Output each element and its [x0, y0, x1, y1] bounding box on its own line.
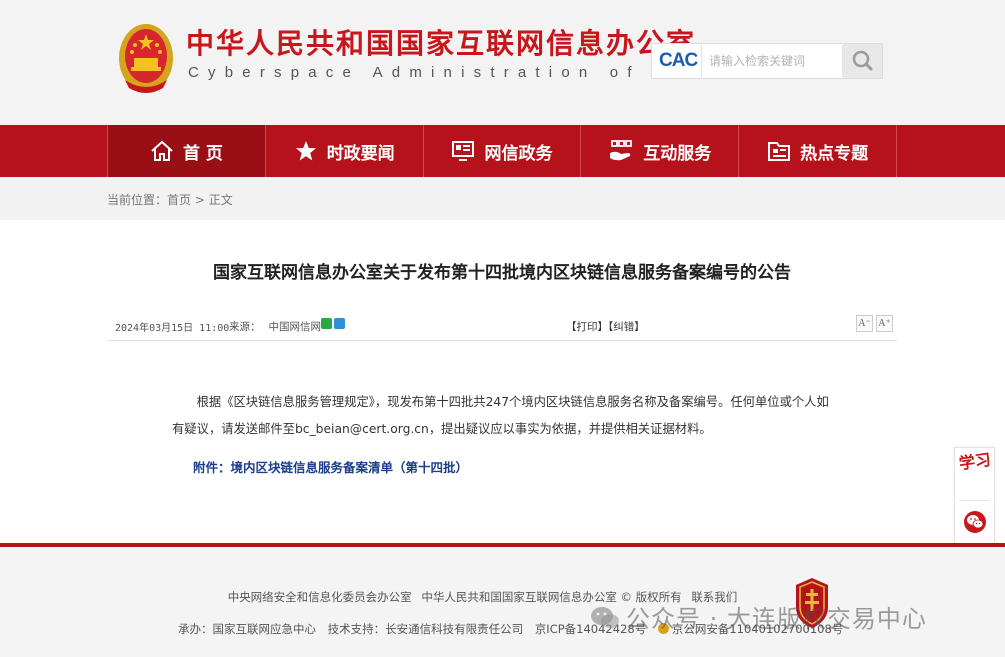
font-size-controls: A⁻ A⁺	[856, 315, 893, 332]
star-icon	[295, 141, 316, 161]
nav-item-news[interactable]: 时政要闻	[266, 125, 424, 177]
article-source: 来源： 中国网信网	[229, 319, 321, 334]
share-buttons	[321, 318, 345, 329]
site-footer: 中央网络安全和信息化委员会办公室 中华人民共和国国家互联网信息办公室 © 版权所…	[0, 547, 1005, 657]
nav-item-affairs[interactable]: 网信政务	[424, 125, 582, 177]
nav-label: 首 页	[182, 143, 223, 164]
nav-item-interactive[interactable]: 互动服务	[581, 125, 740, 177]
nav-label: 时政要闻	[326, 143, 395, 164]
publish-date: 2024年03月15日 11:00	[115, 323, 230, 334]
breadcrumb-current: 正文	[208, 193, 233, 207]
article-title: 国家互联网信息办公室关于发布第十四批境内区块链信息服务备案编号的公告	[213, 263, 791, 283]
font-larger-button[interactable]: A⁺	[876, 315, 893, 332]
wechat-share-icon[interactable]	[321, 318, 332, 329]
wechat-icon[interactable]	[963, 510, 987, 534]
print-link[interactable]: 【打印】	[566, 321, 608, 333]
wechat-watermark-icon	[591, 607, 619, 628]
watermark-text: 公众号 · 大连版权交易中心	[626, 605, 927, 633]
national-emblem-icon[interactable]	[117, 20, 175, 96]
qzone-share-icon[interactable]	[334, 318, 345, 329]
side-float-panel: 学习	[954, 447, 995, 551]
article-body: 根据《区块链信息服务管理规定》，现发布第十四批共247个境内区块链信息服务名称及…	[172, 395, 829, 436]
home-icon	[151, 140, 173, 161]
article-meta: 2024年03月15日 11:00 来源： 中国网信网 【打印】【纠错】 A⁻ A…	[107, 313, 897, 341]
attachment-link[interactable]: 附件：境内区块链信息服务备案清单（第十四批）	[193, 460, 468, 475]
nav-label: 互动服务	[643, 143, 712, 164]
breadcrumb-home-link[interactable]: 首页	[167, 193, 191, 207]
folder-icon	[768, 142, 791, 161]
monitor-icon	[452, 141, 475, 161]
xuexi-link[interactable]: 学习	[957, 450, 993, 473]
nav-label: 热点专题	[800, 143, 869, 164]
search-input[interactable]	[701, 45, 843, 77]
search-button[interactable]	[843, 44, 882, 78]
hand-icon	[610, 140, 633, 161]
article-actions: 【打印】【纠错】	[566, 319, 645, 334]
site-title[interactable]: 中华人民共和国国家互联网信息办公室	[186, 22, 696, 62]
search-box: CAC	[651, 43, 883, 79]
correct-link[interactable]: 【纠错】	[608, 321, 645, 333]
footer-tech-support: 技术支持：长安通信科技有限责任公司	[327, 622, 524, 636]
cac-logo: CAC	[659, 50, 698, 71]
font-smaller-button[interactable]: A⁻	[856, 315, 873, 332]
breadcrumb-separator: >	[191, 193, 209, 207]
search-icon	[852, 50, 872, 71]
nav-item-topics[interactable]: 热点专题	[739, 125, 897, 177]
source-label: 来源：	[229, 321, 261, 333]
attachment: 附件：境内区块链信息服务备案清单（第十四批）	[193, 457, 468, 476]
site-header: 中华人民共和国国家互联网信息办公室 Cyberspace Administrat…	[0, 0, 1005, 125]
breadcrumb: 当前位置：首页 > 正文	[107, 191, 233, 208]
nav-item-home[interactable]: 首 页	[108, 125, 266, 177]
breadcrumb-bar: 当前位置：首页 > 正文	[0, 177, 1005, 220]
footer-org-1[interactable]: 中央网络安全和信息化委员会办公室	[228, 590, 412, 604]
side-divider	[959, 500, 990, 501]
nav-label: 网信政务	[484, 143, 553, 164]
breadcrumb-prefix: 当前位置：	[107, 193, 168, 207]
main-nav: 首 页 时政要闻 网信政务 互动服务 热点专题	[0, 125, 1005, 177]
footer-host: 承办：国家互联网应急中心	[178, 622, 316, 636]
source-name: 中国网信网	[268, 321, 322, 333]
wechat-watermark: 公众号 · 大连版权交易中心	[590, 599, 927, 634]
